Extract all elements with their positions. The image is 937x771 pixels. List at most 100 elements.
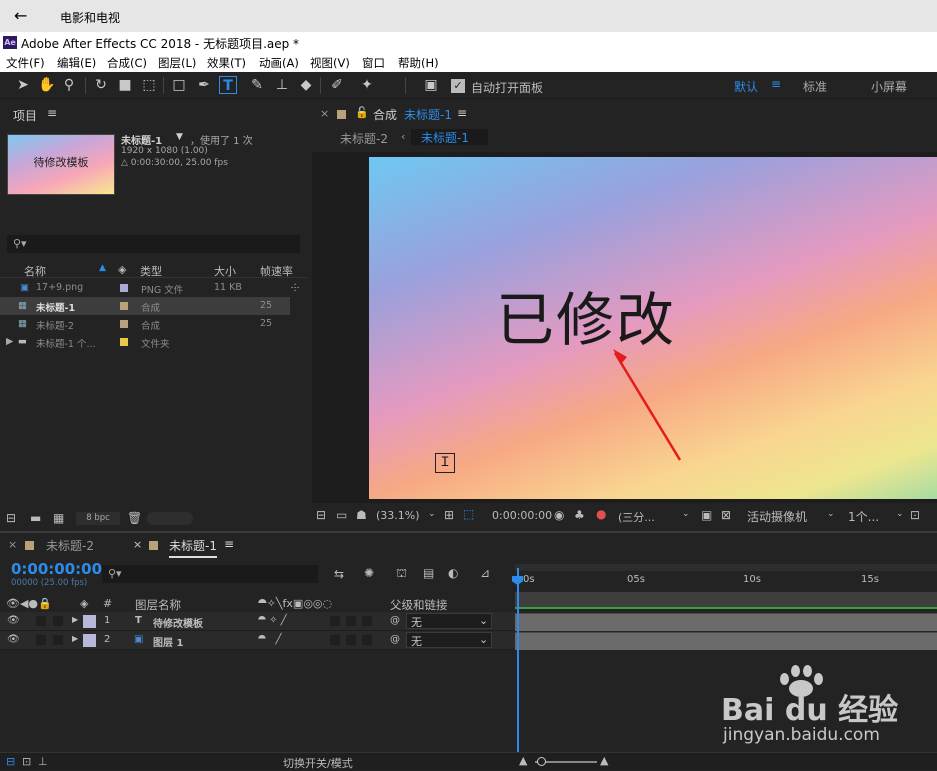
breadcrumb-prev[interactable]: 未标题-2 xyxy=(340,130,388,147)
switch-box[interactable] xyxy=(362,635,372,645)
pan-behind-tool-icon[interactable]: ⬚ xyxy=(140,76,158,94)
col-fps[interactable]: 帧速率 xyxy=(260,263,293,279)
pickwhip-icon[interactable]: @ xyxy=(390,615,400,626)
label-color-swatch[interactable] xyxy=(120,320,128,328)
collapse-icon[interactable]: ⯊ ╱ xyxy=(258,634,281,645)
clone-stamp-tool-icon[interactable]: ⊥ xyxy=(273,76,291,94)
draft-3d-icon[interactable]: ✺ xyxy=(364,566,374,580)
channel-icon[interactable]: ● xyxy=(596,507,606,521)
rectangle-tool-icon[interactable]: □ xyxy=(170,76,188,94)
av-switches-icon[interactable]: 👁◀●🔒 xyxy=(6,597,52,610)
menu-composition[interactable]: 合成(C) xyxy=(107,55,147,71)
zoom-out-icon[interactable]: ▲ xyxy=(519,754,527,767)
switch-box[interactable] xyxy=(346,616,356,626)
timeline-tab-comp1[interactable]: 未标题-1 xyxy=(169,537,217,558)
viewer-timecode[interactable]: 0:00:00:00 xyxy=(492,509,552,522)
workspace-default[interactable]: 默认 xyxy=(734,78,758,95)
list-item[interactable]: ▣ 17+9.png PNG 文件 11 KB xyxy=(0,279,307,297)
col-size[interactable]: 大小 xyxy=(214,263,236,279)
eraser-tool-icon[interactable]: ◆ xyxy=(297,76,315,94)
close-tab-icon[interactable]: × xyxy=(320,107,329,120)
chevron-down-icon[interactable]: ⌄ xyxy=(827,509,835,519)
label-tag-icon[interactable]: ◈ xyxy=(118,263,126,276)
zoom-dropdown[interactable]: (33.1%) xyxy=(376,509,420,522)
panel-menu-icon[interactable]: ≡ xyxy=(224,537,234,551)
collapse-icon[interactable]: ⯊ ✧ ╱ xyxy=(258,615,287,626)
comp-mini-flowchart-icon[interactable]: ⇆ xyxy=(334,567,344,581)
solo-toggle[interactable] xyxy=(36,616,46,626)
layer-name[interactable]: 图层 1 xyxy=(153,634,183,649)
col-name[interactable]: 名称 xyxy=(24,263,46,279)
layer-search-input[interactable]: ⚲▾ xyxy=(102,565,318,583)
region-of-interest-icon[interactable]: ▣ xyxy=(701,508,712,522)
fit-icon[interactable]: ⊞ xyxy=(444,508,454,522)
menu-effect[interactable]: 效果(T) xyxy=(207,55,246,71)
layer-label-color[interactable] xyxy=(83,634,96,647)
menu-file[interactable]: 文件(F) xyxy=(6,55,45,71)
timeline-timecode[interactable]: 0:00:00:00 xyxy=(11,560,102,578)
sort-arrow-icon[interactable]: ▲ xyxy=(99,263,106,273)
puppet-tool-icon[interactable]: ✦ xyxy=(358,76,376,94)
layer-switches-toggle-icon[interactable]: ⊟ xyxy=(6,755,15,768)
col-parent[interactable]: 父级和链接 xyxy=(390,597,448,613)
mask-icon[interactable]: ☗ xyxy=(356,508,367,522)
rotate-tool-icon[interactable]: ↻ xyxy=(92,76,110,94)
frame-blending-icon[interactable]: ▤ xyxy=(423,566,434,580)
layer-track-bar[interactable] xyxy=(515,613,937,631)
expand-arrow-icon[interactable]: ▶ xyxy=(72,634,78,643)
camera-snapshot-icon[interactable]: ◉ xyxy=(554,508,564,522)
time-ruler[interactable]: 0s 05s 10s 15s xyxy=(515,561,937,611)
new-folder-icon[interactable]: ▬ xyxy=(30,511,41,525)
expand-arrow-icon[interactable]: ▶ xyxy=(72,615,78,624)
always-preview-icon[interactable]: ⊟ xyxy=(316,508,326,522)
layer-track-bar[interactable] xyxy=(515,632,937,650)
menu-edit[interactable]: 编辑(E) xyxy=(57,55,96,71)
panel-menu-icon[interactable]: ≡ xyxy=(47,106,57,120)
list-item[interactable]: ▶ ▬ 未标题-1 个... 文件夹 xyxy=(0,333,307,351)
shy-layers-icon[interactable]: ⛫ xyxy=(396,566,407,582)
toggle-mask-icon[interactable]: ⬚ xyxy=(463,507,474,521)
workspace-small-screen[interactable]: 小屏幕 xyxy=(871,78,907,95)
close-tab-icon[interactable]: × xyxy=(8,538,17,551)
roto-brush-tool-icon[interactable]: ✐ xyxy=(328,76,346,94)
layer-switches-icon[interactable]: ⯊✧╲fx▣◎◎◌ xyxy=(258,597,332,611)
project-search-input[interactable]: ⚲▾ xyxy=(7,235,300,253)
dropdown-arrow-icon[interactable]: ▼ xyxy=(176,132,183,142)
switch-box[interactable] xyxy=(362,616,372,626)
menu-help[interactable]: 帮助(H) xyxy=(398,55,439,71)
panel-menu-icon[interactable]: ≡ xyxy=(457,106,467,120)
list-item[interactable]: ▦ 未标题-1 合成 25 xyxy=(0,297,290,315)
transparency-grid-icon[interactable]: ⊠ xyxy=(721,508,731,522)
switch-box[interactable] xyxy=(346,635,356,645)
label-tag-icon[interactable]: ◈ xyxy=(80,597,88,610)
camera-dropdown[interactable]: 活动摄像机 xyxy=(747,508,807,525)
solo-toggle[interactable] xyxy=(36,635,46,645)
layer-name[interactable]: 待修改模板 xyxy=(153,615,203,630)
trash-icon[interactable]: 🗑 xyxy=(127,511,142,525)
pen-tool-icon[interactable]: ✒ xyxy=(195,76,213,94)
layer-row[interactable]: 👁 ▶ 2 ▣ 图层 1 ⯊ ╱ @ 无 ⌄ xyxy=(0,631,515,650)
lock-toggle[interactable] xyxy=(53,616,63,626)
eye-icon[interactable]: 👁 xyxy=(7,615,20,626)
col-layer-name[interactable]: 图层名称 xyxy=(135,597,181,613)
label-color-swatch[interactable] xyxy=(120,284,128,292)
motion-blur-icon[interactable]: ◐ xyxy=(448,566,458,580)
toggle-switches-modes[interactable]: 切换开关/模式 xyxy=(283,755,353,771)
workspace-standard[interactable]: 标准 xyxy=(803,78,827,95)
lock-toggle[interactable] xyxy=(53,635,63,645)
in-out-toggle-icon[interactable]: ⊥ xyxy=(38,755,48,768)
type-tool-icon[interactable]: T xyxy=(219,76,237,94)
zoom-tool-icon[interactable]: ⚲ xyxy=(60,76,78,94)
expand-arrow-icon[interactable]: ▶ xyxy=(6,336,13,347)
close-tab-icon[interactable]: × xyxy=(133,538,142,551)
hand-tool-icon[interactable]: ✋ xyxy=(38,76,56,94)
comp-tab-name[interactable]: 未标题-1 xyxy=(404,106,452,123)
chevron-down-icon[interactable]: ⌄ xyxy=(896,509,904,519)
monitor-icon[interactable]: ▭ xyxy=(336,508,347,522)
label-color-swatch[interactable] xyxy=(120,302,128,310)
pickwhip-icon[interactable]: @ xyxy=(390,634,400,645)
menu-layer[interactable]: 图层(L) xyxy=(158,55,196,71)
menu-window[interactable]: 窗口 xyxy=(362,55,385,71)
comp-tab-label[interactable]: 合成 xyxy=(373,106,397,123)
selection-tool-icon[interactable]: ➤ xyxy=(14,76,32,94)
